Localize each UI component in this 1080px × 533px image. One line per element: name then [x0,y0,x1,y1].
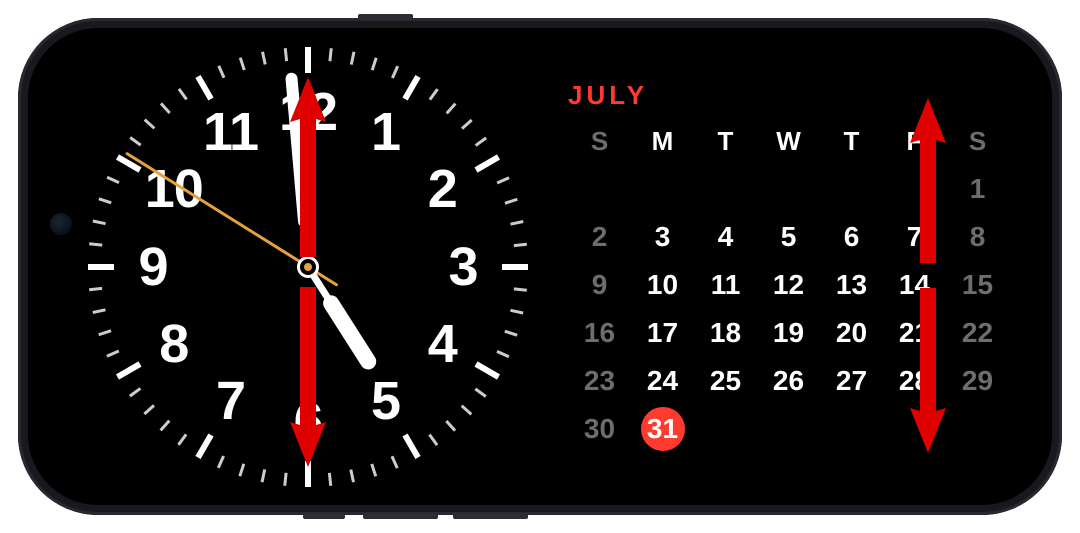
calendar-day [631,165,694,213]
calendar-day: 25 [694,357,757,405]
calendar-day: 30 [568,405,631,453]
calendar-day: 27 [820,357,883,405]
calendar-day: 22 [946,309,1009,357]
clock-numeral: 4 [428,313,457,375]
volume-down-button [453,513,528,519]
calendar-day [694,405,757,453]
clock-numeral: 9 [138,236,167,298]
calendar-day: 8 [946,213,1009,261]
calendar-day: 29 [946,357,1009,405]
calendar-weekday: W [757,117,820,165]
calendar-day: 9 [568,261,631,309]
calendar-day: 18 [694,309,757,357]
calendar-day: 12 [757,261,820,309]
calendar-day: 23 [568,357,631,405]
volume-up-button [363,513,438,519]
iphone-frame: 121234567891011 JULY SMTWTFS [18,18,1062,515]
calendar-day: 21 [883,309,946,357]
calendar-day [694,165,757,213]
calendar-weekday: S [568,117,631,165]
calendar-day [757,405,820,453]
calendar-day [757,165,820,213]
calendar-weekday: T [694,117,757,165]
calendar-day [883,405,946,453]
calendar-day: 31 [631,405,694,453]
calendar-month-label: JULY [568,80,1009,111]
calendar-day: 1 [946,165,1009,213]
calendar-day: 15 [946,261,1009,309]
calendar-weekday: T [820,117,883,165]
calendar-day [883,165,946,213]
calendar-day [946,405,1009,453]
clock-numeral: 3 [448,236,477,298]
calendar-day: 17 [631,309,694,357]
clock-widget[interactable]: 121234567891011 [88,47,528,487]
calendar-weekday: M [631,117,694,165]
clock-numeral: 7 [216,370,245,432]
calendar-day: 28 [883,357,946,405]
calendar-day: 20 [820,309,883,357]
calendar-day: 19 [757,309,820,357]
calendar-day: 26 [757,357,820,405]
calendar-day [820,405,883,453]
clock-numeral: 6 [293,391,322,453]
calendar-day: 3 [631,213,694,261]
calendar-day: 11 [694,261,757,309]
clock-numeral: 10 [145,158,203,220]
calendar-day: 13 [820,261,883,309]
calendar-weekday: S [946,117,1009,165]
calendar-day [820,165,883,213]
calendar-day: 2 [568,213,631,261]
standby-screen: 121234567891011 JULY SMTWTFS [88,38,1022,495]
calendar-day: 10 [631,261,694,309]
power-button [358,14,413,20]
calendar-day [568,165,631,213]
clock-center-pin [300,259,316,275]
calendar-day: 7 [883,213,946,261]
calendar-day: 4 [694,213,757,261]
front-camera [50,213,72,235]
calendar-day: 5 [757,213,820,261]
calendar-grid: SMTWTFS 12345678910111213141516171819202… [568,117,1009,453]
calendar-day: 24 [631,357,694,405]
calendar-day: 14 [883,261,946,309]
silent-switch [303,513,345,519]
clock-numeral: 5 [371,370,400,432]
calendar-widget[interactable]: JULY SMTWTFS 123456789101112131415161718… [568,80,1009,453]
clock-numeral: 11 [203,101,258,163]
clock-numeral: 2 [428,158,457,220]
calendar-day: 6 [820,213,883,261]
calendar-day: 16 [568,309,631,357]
clock-numeral: 1 [371,101,400,163]
calendar-weekday: F [883,117,946,165]
clock-numeral: 8 [159,313,188,375]
